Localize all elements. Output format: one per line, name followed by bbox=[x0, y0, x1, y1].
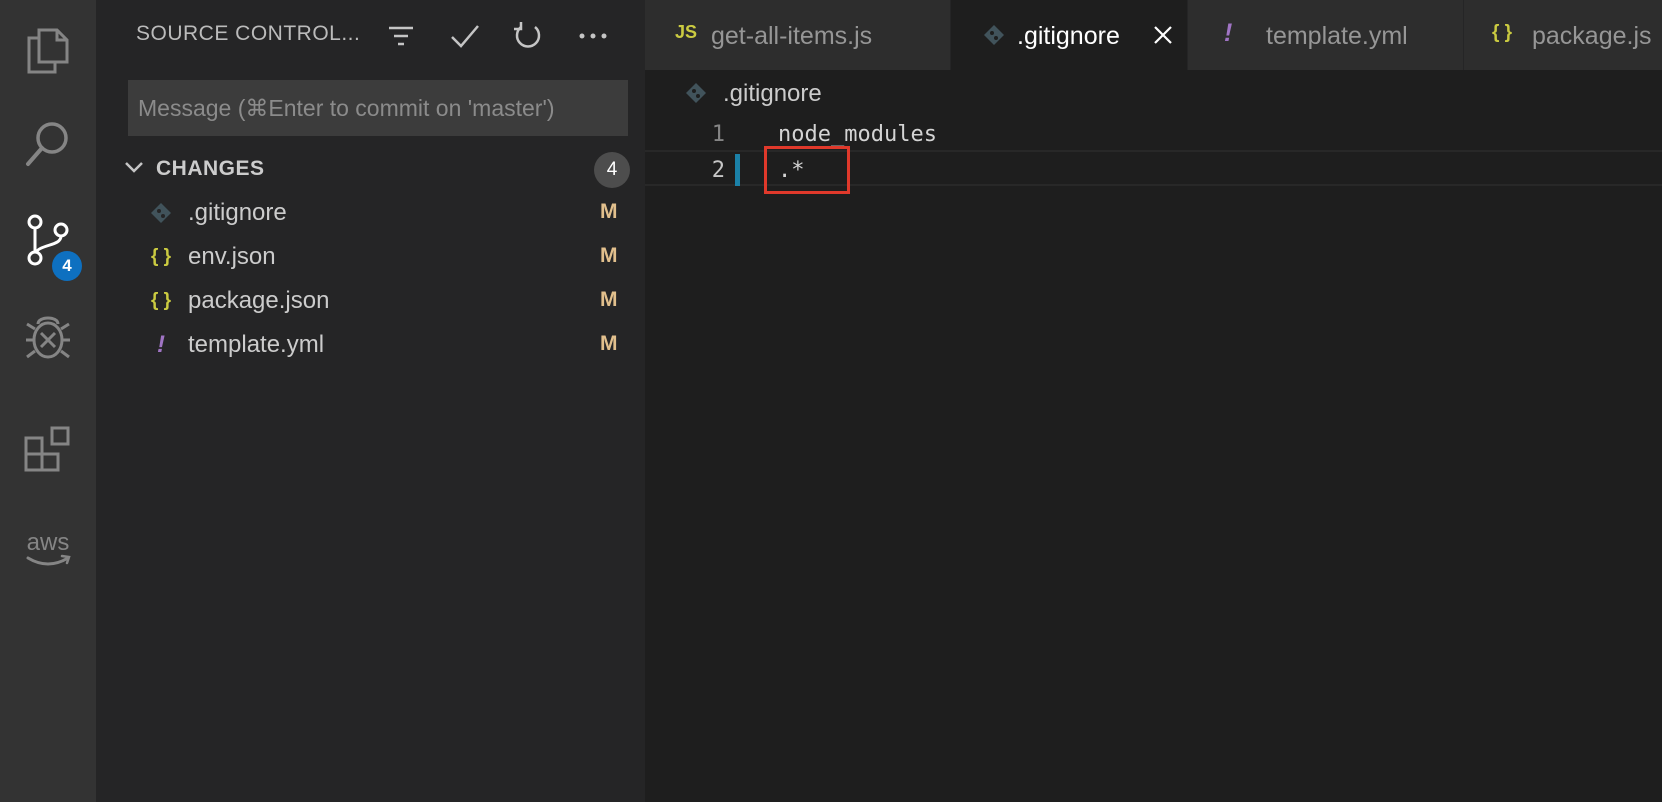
files-icon bbox=[27, 28, 69, 74]
javascript-icon: JS bbox=[675, 22, 698, 42]
changes-count-badge: 4 bbox=[594, 152, 630, 188]
json-icon: { } bbox=[150, 290, 172, 311]
search-icon bbox=[26, 122, 68, 166]
source-control-button[interactable] bbox=[0, 192, 96, 288]
filter-button[interactable] bbox=[381, 16, 421, 56]
file-status: M bbox=[600, 288, 618, 311]
line-number: 1 bbox=[711, 122, 725, 147]
json-icon: { } bbox=[1492, 22, 1513, 43]
yaml-icon: ! bbox=[1224, 19, 1233, 47]
commit-button[interactable] bbox=[445, 16, 485, 56]
search-button[interactable] bbox=[0, 96, 96, 192]
editor-tab-bar: JS get-all-items.js .gitignore ! templat… bbox=[645, 0, 1662, 70]
code-editor[interactable]: 1 node_modules 2 .* bbox=[645, 112, 1662, 802]
tab-get-all-items-js[interactable]: JS get-all-items.js bbox=[645, 0, 951, 70]
highlight-annotation bbox=[764, 146, 850, 194]
extensions-button[interactable] bbox=[0, 402, 96, 498]
source-control-sidebar: SOURCE CONTROL... Message (⌘Enter to com… bbox=[96, 0, 645, 802]
aws-icon: aws bbox=[26, 529, 71, 566]
close-icon[interactable] bbox=[1151, 23, 1175, 47]
explorer-button[interactable] bbox=[0, 2, 96, 98]
yaml-icon: ! bbox=[157, 331, 165, 358]
file-name: env.json bbox=[188, 243, 276, 270]
extensions-icon bbox=[24, 426, 70, 472]
changed-file-env-json[interactable]: { } env.json M bbox=[96, 235, 645, 279]
source-control-badge: 4 bbox=[52, 251, 82, 281]
tab-label: get-all-items.js bbox=[711, 22, 873, 50]
chevron-down-icon bbox=[125, 162, 143, 173]
file-status: M bbox=[600, 332, 618, 355]
file-status: M bbox=[600, 244, 618, 267]
file-name: template.yml bbox=[188, 331, 325, 358]
file-name: .gitignore bbox=[188, 199, 287, 226]
file-status: M bbox=[600, 200, 618, 223]
activity-bar: 4 aws bbox=[0, 0, 96, 802]
line-text: node_modules bbox=[778, 122, 937, 147]
svg-text:aws: aws bbox=[27, 529, 70, 556]
aws-button[interactable]: aws bbox=[0, 500, 96, 596]
changed-file-package-json[interactable]: { } package.json M bbox=[96, 279, 645, 323]
tab-label: .gitignore bbox=[1017, 22, 1120, 50]
refresh-icon bbox=[514, 22, 541, 48]
git-icon bbox=[148, 199, 174, 227]
refresh-button[interactable] bbox=[508, 16, 548, 56]
breadcrumb-label: .gitignore bbox=[723, 80, 822, 107]
tab-gitignore[interactable]: .gitignore bbox=[951, 0, 1188, 70]
git-icon bbox=[685, 82, 707, 109]
json-icon: { } bbox=[150, 246, 172, 267]
tab-package-json[interactable]: { } package.js bbox=[1464, 0, 1662, 70]
commit-check-icon bbox=[451, 25, 479, 48]
file-name: package.json bbox=[188, 287, 330, 314]
tab-label: template.yml bbox=[1266, 22, 1408, 50]
modified-line-indicator bbox=[735, 154, 740, 186]
debug-icon bbox=[26, 316, 70, 359]
tab-template-yml[interactable]: ! template.yml bbox=[1188, 0, 1464, 70]
debug-button[interactable] bbox=[0, 288, 96, 384]
git-icon bbox=[983, 24, 1005, 52]
changed-file-template-yml[interactable]: ! template.yml M bbox=[96, 323, 645, 367]
sidebar-title: SOURCE CONTROL... bbox=[136, 22, 361, 45]
sidebar-header: SOURCE CONTROL... bbox=[96, 0, 645, 72]
more-icon bbox=[579, 33, 607, 39]
changes-label: CHANGES bbox=[156, 157, 265, 180]
changes-section-header[interactable]: CHANGES 4 bbox=[96, 150, 645, 188]
more-actions-button[interactable] bbox=[573, 16, 613, 56]
commit-message-input[interactable] bbox=[128, 80, 628, 136]
line-number: 2 bbox=[711, 158, 725, 183]
filter-icon bbox=[389, 26, 413, 46]
changed-file-gitignore[interactable]: .gitignore M bbox=[96, 191, 645, 235]
tab-label: package.js bbox=[1532, 22, 1652, 50]
